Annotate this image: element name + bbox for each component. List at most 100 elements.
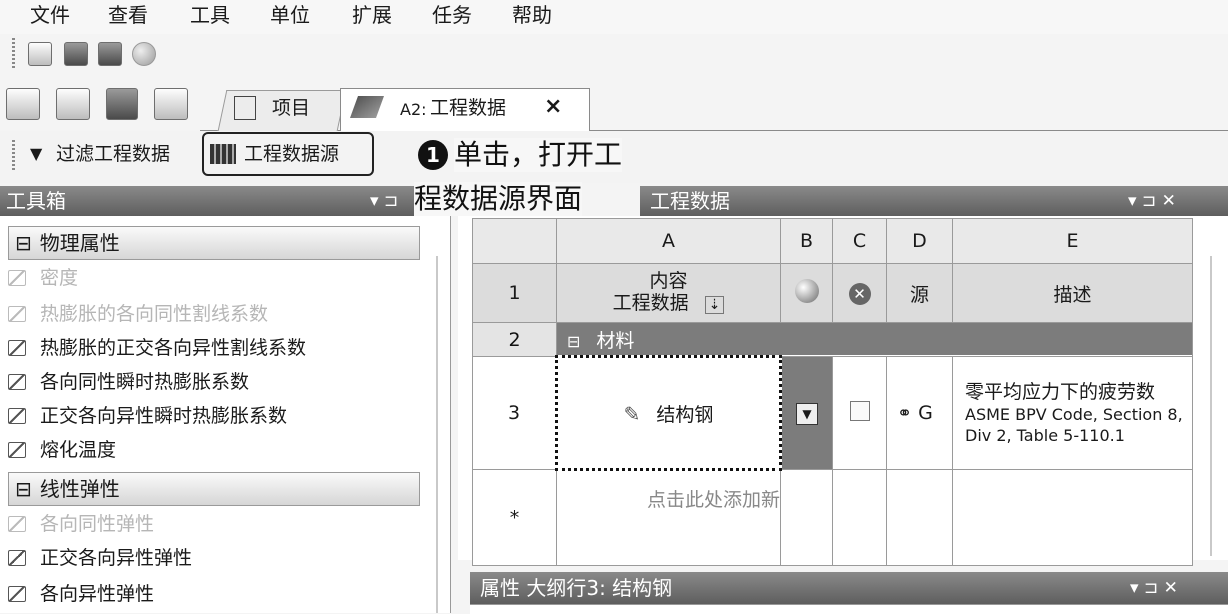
properties-header: 属性 大纲行3: 结构钢 ▾ ⊐ ✕ xyxy=(470,572,1228,604)
empty-cell xyxy=(952,469,1193,566)
menu-units[interactable]: 单位 xyxy=(270,2,310,28)
collapse-icon[interactable]: ⊟ xyxy=(15,231,32,255)
property-icon xyxy=(8,586,26,602)
category-label: 材料 xyxy=(596,329,635,352)
filter-engineering-data-button[interactable]: 过滤工程数据 xyxy=(56,141,170,167)
annotation-line-2: 程数据源界面 xyxy=(414,182,583,216)
collapse-icon[interactable]: ⊟ xyxy=(15,477,32,501)
import-icon[interactable] xyxy=(28,42,52,66)
column-header-b[interactable]: B xyxy=(780,218,833,264)
column-header-row: A B C D E xyxy=(472,218,1193,264)
property-icon xyxy=(8,550,26,566)
menu-jobs[interactable]: 任务 xyxy=(432,2,472,28)
cancel-icon: ✕ xyxy=(848,282,871,305)
link-icon: ⚭ xyxy=(897,403,913,424)
open-folder-icon[interactable] xyxy=(56,88,90,120)
properties-title: 属性 大纲行3: 结构钢 xyxy=(480,576,673,600)
dropdown-arrow-icon[interactable]: ▼ xyxy=(796,403,818,425)
toolbox-item-orthotropic-secant-cte[interactable]: 热膨胀的正交各向异性割线系数 xyxy=(8,336,306,360)
engineering-data-window-controls[interactable]: ▾ ⊐ ✕ xyxy=(1128,186,1176,216)
toolbox-item-isotropic-secant-cte[interactable]: 热膨胀的各向同性割线系数 xyxy=(8,302,268,326)
tab-prefix: A2: xyxy=(400,100,427,119)
group-label: 线性弹性 xyxy=(39,477,120,501)
corner-cell xyxy=(472,218,557,264)
item-label: 热膨胀的各向同性割线系数 xyxy=(40,303,269,325)
table-row: 2 ⊟ 材料 xyxy=(472,322,1193,357)
toolbox-item-density[interactable]: 密度 xyxy=(8,266,78,290)
contents-header[interactable]: 内容 工程数据 ⇣ xyxy=(556,263,781,323)
menu-bar: 文件 查看 工具 单位 扩展 任务 帮助 xyxy=(0,0,1228,34)
source-letter: G xyxy=(918,402,933,424)
item-label: 热膨胀的正交各向异性割线系数 xyxy=(40,337,307,359)
empty-cell xyxy=(832,469,887,566)
filter-icon: ▼ xyxy=(30,144,43,163)
table-row: 1 内容 工程数据 ⇣ ✕ 源 描述 xyxy=(472,263,1193,323)
save-as-db-icon[interactable] xyxy=(98,42,122,66)
menu-file[interactable]: 文件 xyxy=(30,2,70,28)
sphere-icon xyxy=(794,278,819,303)
item-label: 正交各向异性弹性 xyxy=(40,547,193,569)
toolbox-item-orthotropic-instant-cte[interactable]: 正交各向异性瞬时热膨胀系数 xyxy=(8,404,287,428)
sort-icon[interactable]: ⇣ xyxy=(704,296,725,314)
item-label: 熔化温度 xyxy=(40,439,117,461)
property-icon xyxy=(8,306,26,322)
description-header: 描述 xyxy=(952,263,1193,323)
library-icon xyxy=(210,144,236,164)
toolbox-item-orthotropic-elasticity[interactable]: 正交各向异性弹性 xyxy=(8,546,192,570)
item-label: 各向同性瞬时热膨胀系数 xyxy=(40,371,250,393)
grid-scrollbar[interactable] xyxy=(1210,256,1212,556)
engineering-data-sources-label: 工程数据源 xyxy=(244,143,340,165)
property-icon xyxy=(8,442,26,458)
description-cell: 零平均应力下的疲劳数 ASME BPV Code, Section 8, Div … xyxy=(952,356,1193,470)
empty-cell xyxy=(886,469,953,566)
checkbox-cell[interactable] xyxy=(832,356,887,470)
property-icon xyxy=(8,270,26,286)
new-file-icon[interactable] xyxy=(6,88,40,120)
save-icon[interactable] xyxy=(106,88,138,120)
toolbox-scrollbar[interactable] xyxy=(436,256,438,613)
toolbox-item-anisotropic-elasticity[interactable]: 各向异性弹性 xyxy=(8,582,154,606)
menu-view[interactable]: 查看 xyxy=(108,2,148,28)
collapse-icon: ⊟ xyxy=(567,331,581,351)
group-linear-elastic[interactable]: ⊟ 线性弹性 xyxy=(8,472,420,506)
properties-window-controls[interactable]: ▾ ⊐ ✕ xyxy=(1130,573,1178,603)
toolbox-item-melting-temperature[interactable]: 熔化温度 xyxy=(8,438,116,462)
materials-category-row[interactable]: ⊟ 材料 xyxy=(556,322,1193,357)
web-icon[interactable] xyxy=(132,42,156,66)
filter-bar-grip[interactable] xyxy=(12,140,15,170)
description-detail: ASME BPV Code, Section 8, Div 2, Table 5… xyxy=(965,405,1183,445)
toolbox-item-isotropic-elasticity[interactable]: 各向同性弹性 xyxy=(8,512,154,536)
property-icon xyxy=(8,408,26,424)
annotation-line-1: 单击，打开工 xyxy=(454,138,623,172)
menu-tools[interactable]: 工具 xyxy=(190,2,230,28)
tab-engineering-data[interactable]: 工程数据 xyxy=(430,95,506,121)
toolbox-item-isotropic-instant-cte[interactable]: 各向同性瞬时热膨胀系数 xyxy=(8,370,249,394)
material-checkbox[interactable] xyxy=(849,400,870,421)
row-number: 2 xyxy=(472,322,557,357)
menu-help[interactable]: 帮助 xyxy=(512,2,552,28)
row-number: 3 xyxy=(472,356,557,470)
column-header-e[interactable]: E xyxy=(952,218,1193,264)
toolbar-grip[interactable] xyxy=(12,38,15,68)
group-physical-properties[interactable]: ⊟ 物理属性 xyxy=(8,226,420,260)
toolbox-header: 工具箱 ▾ ⊐ xyxy=(0,186,416,216)
dropdown-cell[interactable]: ▼ xyxy=(780,356,833,470)
tab-project[interactable]: 项目 xyxy=(272,95,310,121)
save-as-icon[interactable] xyxy=(154,88,188,120)
engineering-data-header: 工程数据 ▾ ⊐ ✕ xyxy=(640,186,1228,216)
tab-close-icon[interactable]: × xyxy=(544,94,562,120)
save-db-icon[interactable] xyxy=(64,42,88,66)
material-cell[interactable]: ✎ 结构钢 xyxy=(555,355,782,471)
table-row: * 点击此处添加新 xyxy=(472,469,1193,566)
description-title: 零平均应力下的疲劳数 xyxy=(965,381,1156,403)
column-header-c[interactable]: C xyxy=(832,218,887,264)
engineering-data-grid: A B C D E 1 内容 工程数据 ⇣ ✕ 源 描述 2 ⊟ 材料 3 ✎ 结构… xyxy=(472,218,1193,566)
group-label: 物理属性 xyxy=(39,231,120,255)
toolbox-pin-icon[interactable]: ▾ ⊐ xyxy=(370,186,398,216)
add-material-cell[interactable]: 点击此处添加新 xyxy=(556,469,781,566)
material-tag-icon: ✎ xyxy=(623,401,641,426)
menu-extensions[interactable]: 扩展 xyxy=(352,2,392,28)
source-header: 源 xyxy=(886,263,953,323)
column-header-a[interactable]: A xyxy=(556,218,781,264)
column-header-d[interactable]: D xyxy=(886,218,953,264)
